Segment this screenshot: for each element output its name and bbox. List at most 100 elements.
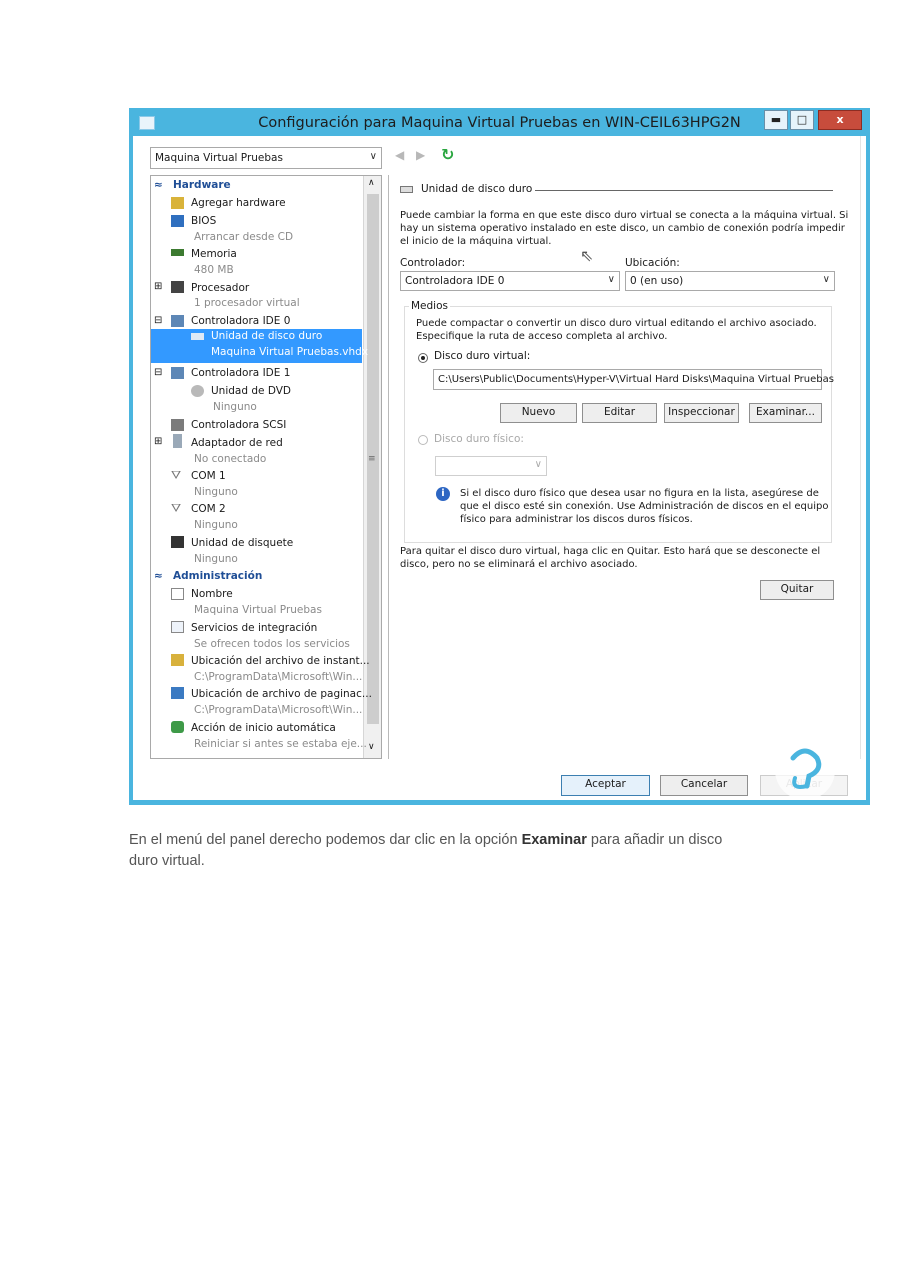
floppy-sub: Ninguno (194, 553, 238, 565)
tree-scrollbar[interactable]: ∧ ∨ ≡ (363, 176, 381, 758)
title-bar: Configuración para Maquina Virtual Prueb… (129, 108, 870, 136)
dvd-icon (191, 385, 204, 397)
tree-item-ide1[interactable]: Controladora IDE 1 (191, 367, 290, 379)
tree-item-integration[interactable]: Servicios de integración (191, 622, 317, 634)
tree-item-bios[interactable]: BIOS (191, 215, 216, 227)
location-label: Ubicación: (625, 257, 680, 269)
forward-arrow-icon[interactable]: ▶ (416, 148, 425, 162)
scsi-icon (171, 419, 184, 431)
minimize-button[interactable]: ▬ (764, 110, 788, 130)
close-button[interactable]: x (818, 110, 862, 130)
section-administration[interactable]: Administración (173, 570, 262, 582)
memory-sub: 480 MB (194, 264, 234, 276)
tree-item-floppy[interactable]: Unidad de disquete (191, 537, 293, 549)
tree-item-memory[interactable]: Memoria (191, 248, 237, 260)
description-line-2: hay un sistema operativo instalado en es… (400, 223, 845, 234)
panel-right-edge (860, 136, 861, 759)
ide-controller-icon (171, 367, 184, 379)
tree-item-dvd[interactable]: Unidad de DVD (211, 385, 291, 397)
vhd-path-input[interactable]: C:\Users\Public\Documents\Hyper-V\Virtua… (433, 369, 834, 390)
ide-controller-icon (171, 315, 184, 327)
refresh-icon[interactable]: ↻ (441, 145, 454, 164)
caption-text-after-1: para añadir un disco (586, 832, 723, 848)
settings-tree: ∧ ∨ ≡ ≈ Hardware Agregar hardware BIOS A… (150, 175, 382, 759)
info-icon: i (436, 487, 450, 501)
browse-button[interactable]: Examinar... (749, 403, 822, 423)
tree-item-paging-location[interactable]: Ubicación de archivo de paginac... (191, 688, 372, 700)
snapshot-folder-icon (171, 654, 184, 666)
scroll-down-icon[interactable]: ∨ (368, 742, 375, 752)
tree-item-hard-drive-selected[interactable]: Unidad de disco duro Maquina Virtual Pru… (151, 329, 368, 363)
hard-drive-group-icon (400, 186, 413, 193)
add-hardware-icon (171, 197, 184, 209)
chevron-down-icon: ∨ (369, 151, 377, 162)
chevron-down-icon: ∨ (607, 274, 615, 285)
collapse-node-icon[interactable]: ⊟ (154, 315, 162, 326)
tree-item-scsi[interactable]: Controladora SCSI (191, 419, 286, 431)
inspect-button[interactable]: Inspeccionar (664, 403, 739, 423)
expand-icon[interactable]: ⊞ (154, 281, 162, 292)
collapse-node-icon[interactable]: ⊟ (154, 367, 162, 378)
tree-item-com1[interactable]: COM 1 (191, 470, 226, 482)
expand-icon[interactable]: ⊞ (154, 436, 162, 447)
tree-item-processor[interactable]: Procesador (191, 282, 249, 294)
com2-sub: Ninguno (194, 519, 238, 531)
description-line-3: el inicio de la máquina virtual. (400, 236, 552, 247)
snapshot-sub: C:\ProgramData\Microsoft\Win... (194, 671, 363, 683)
controller-label: Controlador: (400, 257, 466, 269)
ok-button[interactable]: Aceptar (561, 775, 650, 796)
vm-selector-value: Maquina Virtual Pruebas (155, 152, 283, 164)
chevron-down-icon: ∨ (534, 459, 542, 470)
controller-value: Controladora IDE 0 (405, 275, 505, 287)
group-title-rule (535, 190, 833, 191)
document-caption: En el menú del panel derecho podemos dar… (129, 830, 809, 872)
scroll-up-icon[interactable]: ∧ (368, 178, 375, 188)
edit-button[interactable]: Editar (582, 403, 657, 423)
screenshot-frame: Configuración para Maquina Virtual Prueb… (129, 108, 870, 805)
tree-item-auto-start[interactable]: Acción de inicio automática (191, 722, 336, 734)
back-arrow-icon[interactable]: ◀ (395, 148, 404, 162)
com-port-icon: ⛛ (171, 501, 182, 515)
tree-item-name[interactable]: Nombre (191, 588, 233, 600)
memory-icon (171, 249, 184, 256)
dvd-sub: Ninguno (213, 401, 257, 413)
panel-divider (388, 175, 389, 759)
location-select[interactable]: 0 (en uso) ∨ (625, 271, 835, 291)
bios-icon (171, 215, 184, 227)
tree-item-com2[interactable]: COM 2 (191, 503, 226, 515)
tree-item-network[interactable]: Adaptador de red (191, 437, 283, 449)
name-icon (171, 588, 184, 600)
com1-sub: Ninguno (194, 486, 238, 498)
maximize-button[interactable]: □ (790, 110, 814, 130)
remove-button[interactable]: Quitar (760, 580, 834, 600)
physical-disk-select[interactable]: ∨ (435, 456, 547, 476)
integration-sub: Se ofrecen todos los servicios (194, 638, 350, 650)
info-line-3: físico para administrar los discos duros… (460, 514, 693, 525)
section-hardware[interactable]: Hardware (173, 179, 231, 191)
location-value: 0 (en uso) (630, 275, 684, 287)
caption-text-after-2: duro virtual. (129, 853, 205, 869)
collapse-icon[interactable]: ≈ (154, 179, 163, 191)
tree-item-snapshot-location[interactable]: Ubicación del archivo de instant... (191, 655, 370, 667)
floppy-icon (171, 536, 184, 548)
tree-item-add-hardware[interactable]: Agregar hardware (191, 197, 286, 209)
tree-item-hard-drive: Unidad de disco duro (211, 330, 323, 342)
caption-bold-term: Examinar (521, 832, 587, 848)
new-button[interactable]: Nuevo (500, 403, 577, 423)
controller-select[interactable]: Controladora IDE 0 ∨ (400, 271, 620, 291)
collapse-icon[interactable]: ≈ (154, 570, 163, 582)
processor-sub: 1 procesador virtual (194, 297, 300, 309)
vhd-radio[interactable] (418, 353, 428, 363)
com-port-icon: ⛛ (171, 468, 182, 482)
bios-sub: Arrancar desde CD (194, 231, 294, 243)
network-adapter-icon (173, 434, 182, 448)
hard-drive-icon (191, 333, 204, 340)
cancel-button[interactable]: Cancelar (660, 775, 748, 796)
mouse-cursor-icon: ⇖ (580, 246, 594, 265)
tree-item-ide0[interactable]: Controladora IDE 0 (191, 315, 290, 327)
window-title: Configuración para Maquina Virtual Prueb… (258, 115, 741, 131)
physical-disk-radio[interactable] (418, 435, 428, 445)
vm-selector[interactable]: Maquina Virtual Pruebas ∨ (150, 147, 382, 169)
hard-drive-sub: Maquina Virtual Pruebas.vhdx (211, 346, 369, 358)
name-sub: Maquina Virtual Pruebas (194, 604, 322, 616)
